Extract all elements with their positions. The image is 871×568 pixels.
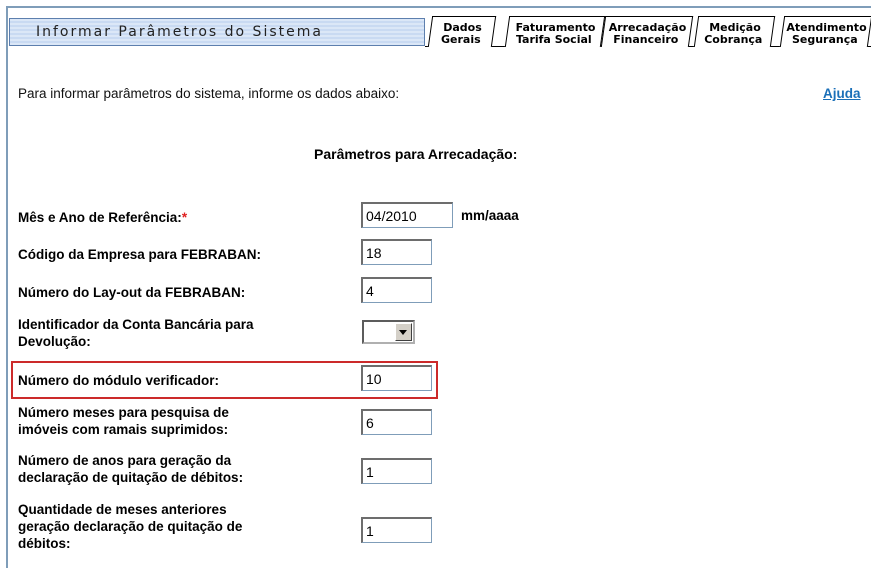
codigo-empresa-label: Código da Empresa para FEBRABAN:: [18, 247, 262, 262]
tab-faturamento-line2: Tarifa Social: [515, 33, 592, 46]
modulo-input[interactable]: [361, 365, 432, 391]
tab-atendimento[interactable]: Atendimento Segurança: [779, 16, 871, 47]
modulo-label: Número do módulo verificador:: [18, 373, 220, 388]
anos-geracao-input[interactable]: [361, 458, 432, 484]
mes-ano-label: Mês e Ano de Referência:*: [18, 209, 187, 226]
dropdown-button[interactable]: [395, 323, 412, 341]
page-title: Informar Parâmetros do Sistema: [36, 24, 323, 40]
mes-ano-input[interactable]: [361, 202, 453, 228]
conta-bancaria-label-line1: Identificador da Conta Bancária para: [18, 317, 254, 332]
mes-ano-label-text: Mês e Ano de Referência:: [18, 210, 182, 225]
required-marker: *: [181, 210, 188, 225]
tab-arrecadacao-line2: Financeiro: [613, 33, 679, 46]
tab-dados-gerais-line2: Gerais: [440, 33, 481, 46]
meses-pesquisa-input[interactable]: [361, 409, 432, 435]
tab-medicao-line2: Cobrança: [704, 33, 763, 46]
meses-anteriores-input[interactable]: [361, 517, 432, 543]
intro-text: Para informar parâmetros do sistema, inf…: [18, 86, 400, 101]
meses-anteriores-label-line2: geração declaração de quitação de: [18, 519, 243, 534]
tab-medicao[interactable]: Medição Cobrança: [693, 16, 776, 47]
meses-pesquisa-label-line2: imóveis com ramais suprimidos:: [18, 422, 229, 437]
chevron-down-icon: [399, 330, 407, 335]
page-title-bar: Informar Parâmetros do Sistema: [9, 18, 425, 46]
meses-pesquisa-label: Número meses para pesquisa de imóveis co…: [18, 404, 229, 438]
meses-pesquisa-label-line1: Número meses para pesquisa de: [18, 405, 229, 420]
conta-bancaria-select[interactable]: [362, 320, 415, 344]
anos-geracao-label-line1: Número de anos para geração da: [18, 453, 232, 468]
layout-label: Número do Lay-out da FEBRABAN:: [18, 285, 246, 300]
tab-faturamento[interactable]: Faturamento Tarifa Social: [504, 16, 606, 47]
codigo-empresa-input[interactable]: [361, 239, 432, 265]
section-title: Parâmetros para Arrecadação:: [314, 146, 518, 162]
conta-bancaria-label-line2: Devolução:: [18, 334, 91, 349]
conta-bancaria-label: Identificador da Conta Bancária para Dev…: [18, 316, 254, 350]
tab-arrecadacao[interactable]: Arrecadação Financeiro: [600, 16, 694, 47]
tab-atendimento-line2: Segurança: [791, 33, 858, 46]
help-link[interactable]: Ajuda: [823, 86, 861, 101]
meses-anteriores-label: Quantidade de meses anteriores geração d…: [18, 501, 242, 552]
anos-geracao-label: Número de anos para geração da declaraçã…: [18, 452, 243, 486]
tab-dados-gerais[interactable]: Dados Gerais: [427, 16, 497, 47]
layout-input[interactable]: [361, 277, 432, 303]
mes-ano-format-hint: mm/aaaa: [461, 208, 519, 223]
meses-anteriores-label-line3: débitos:: [18, 536, 71, 551]
anos-geracao-label-line2: declaração de quitação de débitos:: [18, 470, 244, 485]
meses-anteriores-label-line1: Quantidade de meses anteriores: [18, 502, 227, 517]
